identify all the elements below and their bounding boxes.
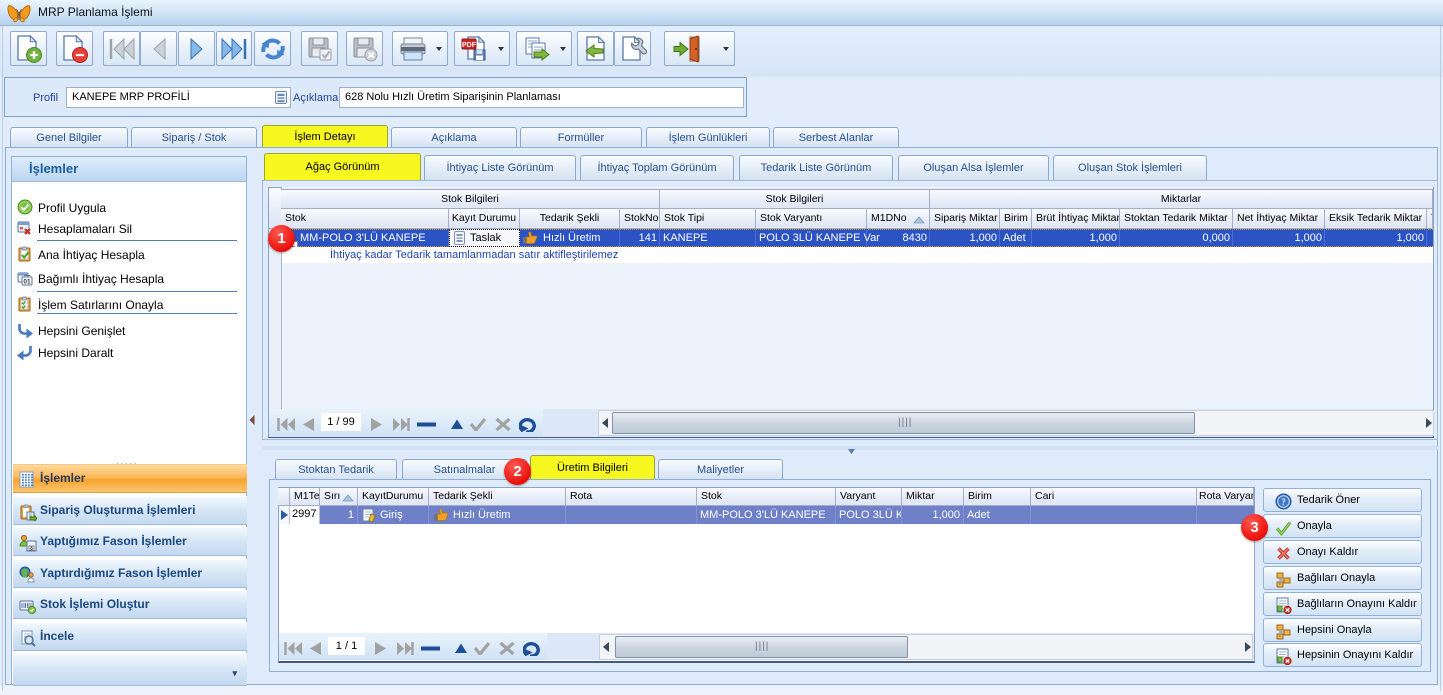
svg-text:PDF: PDF [462,42,477,49]
svg-text:01: 01 [23,279,31,286]
svg-text:?: ? [1281,497,1286,507]
